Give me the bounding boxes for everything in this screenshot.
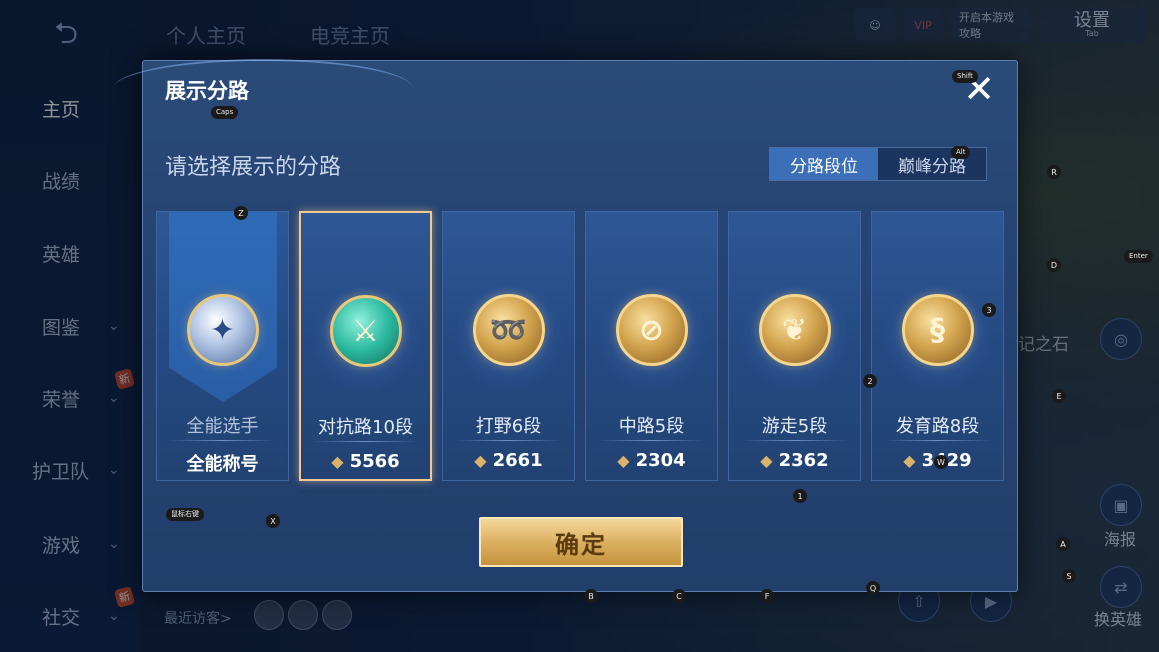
title-decoration	[113, 59, 413, 119]
key-hint: C	[672, 589, 686, 603]
key-hint: Shift	[952, 70, 978, 83]
key-hint: 3	[982, 303, 996, 317]
roam-emblem-icon: ❦	[758, 294, 831, 366]
key-hint: S	[1062, 569, 1076, 583]
lane-card-farm[interactable]: § 发育路8段 ◆3429	[871, 211, 1004, 481]
card-name: 游走5段	[761, 416, 828, 437]
all-round-emblem-icon: ✦	[186, 294, 259, 366]
card-divider	[455, 440, 562, 441]
key-hint: Enter	[1124, 250, 1153, 263]
key-hint: 2	[863, 374, 877, 388]
card-divider	[313, 441, 418, 442]
card-name: 打野6段	[475, 416, 542, 437]
key-hint: Alt	[951, 146, 971, 159]
key-hint: D	[1047, 258, 1061, 272]
lane-card-list: ✦ 全能选手 全能称号 ⚔ 对抗路10段 ◆ 5566 ➿ 打野6段 ◆ 2661 …	[156, 211, 1006, 481]
jungle-emblem-icon: ➿	[472, 294, 545, 366]
card-value: 全能称号	[157, 450, 288, 476]
clash-lane-emblem-icon: ⚔	[329, 295, 402, 367]
card-divider	[884, 440, 991, 441]
confirm-button[interactable]: 确定	[479, 517, 683, 567]
card-value-text: 2362	[778, 450, 829, 471]
lane-card-mid[interactable]: ⊘ 中路5段 ◆ 2304	[585, 211, 718, 481]
lane-display-dialog: 展示分路 ✕ 请选择展示的分路 分路段位 巅峰分路 ✦ 全能选手 全能称号 ⚔ …	[113, 59, 1018, 592]
card-value: ◆ 5566	[301, 451, 430, 472]
key-hint: A	[1056, 537, 1070, 551]
card-name: 中路5段	[618, 416, 685, 437]
card-divider	[169, 440, 276, 441]
key-hint: W	[934, 455, 948, 469]
key-hint: B	[584, 589, 598, 603]
lane-card-roam[interactable]: ❦ 游走5段 ◆ 2362	[728, 211, 861, 481]
card-name: 对抗路10段	[318, 417, 413, 438]
key-hint: 鼠标右键	[166, 508, 204, 521]
key-hint: Caps	[211, 106, 239, 119]
card-name: 全能选手	[186, 416, 259, 437]
gem-icon: ◆	[760, 451, 773, 470]
card-divider	[741, 440, 848, 441]
mid-lane-emblem-icon: ⊘	[615, 294, 688, 366]
card-value: ◆ 2362	[729, 450, 860, 471]
dialog-title: 展示分路	[165, 79, 249, 103]
lane-card-clash[interactable]: ⚔ 对抗路10段 ◆ 5566	[299, 211, 432, 481]
key-hint: 1	[793, 489, 807, 503]
card-divider	[598, 440, 705, 441]
key-hint: X	[266, 514, 280, 528]
key-hint: Z	[234, 206, 248, 220]
key-hint: Q	[866, 581, 880, 595]
card-value: ◆ 2661	[443, 450, 574, 471]
card-value-text: 2661	[492, 450, 543, 471]
dialog-subtitle: 请选择展示的分路	[165, 155, 342, 180]
gem-icon: ◆	[617, 451, 630, 470]
card-value-text: 全能称号	[186, 454, 259, 475]
key-hint: R	[1047, 165, 1061, 179]
card-value-text: 2304	[635, 450, 686, 471]
card-value: ◆ 2304	[586, 450, 717, 471]
gem-icon: ◆	[903, 451, 916, 470]
gem-icon: ◆	[474, 451, 487, 470]
card-name: 发育路8段	[895, 416, 980, 437]
lane-card-jungle[interactable]: ➿ 打野6段 ◆ 2661	[442, 211, 575, 481]
lane-card-all-round[interactable]: ✦ 全能选手 全能称号	[156, 211, 289, 481]
toggle-lane-rank[interactable]: 分路段位	[770, 148, 878, 180]
farm-lane-emblem-icon: §	[901, 294, 974, 366]
card-value-text: 5566	[349, 451, 400, 472]
key-hint: F	[760, 589, 774, 603]
key-hint: E	[1052, 389, 1066, 403]
gem-icon: ◆	[331, 452, 344, 471]
